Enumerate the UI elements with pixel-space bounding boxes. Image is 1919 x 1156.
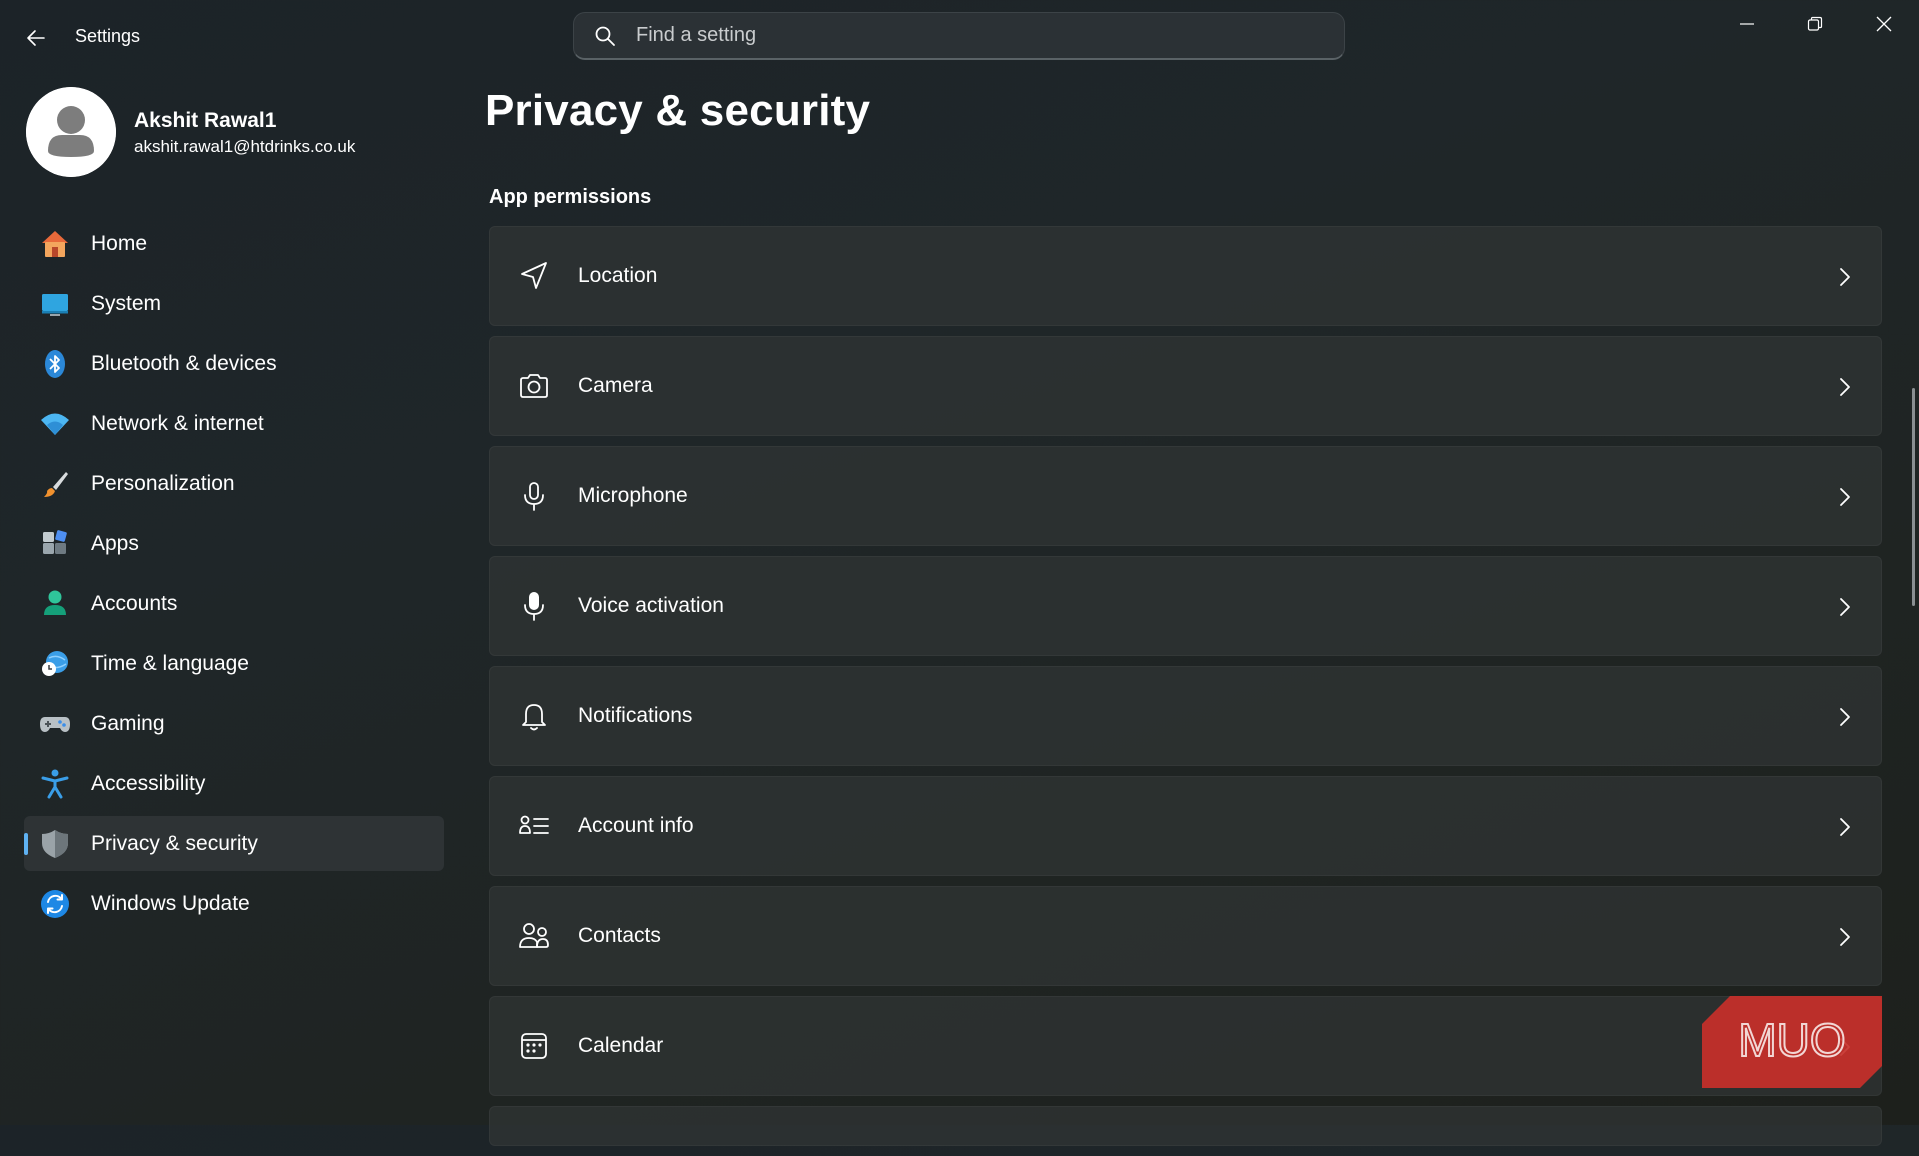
sidebar-item-home[interactable]: Home — [24, 216, 444, 271]
permission-row-location[interactable]: Location — [489, 226, 1882, 326]
sidebar-item-label: Home — [91, 231, 148, 255]
contacts-icon — [514, 916, 554, 956]
chevron-right-icon — [1831, 483, 1859, 511]
restore-button[interactable] — [1781, 4, 1849, 44]
row-label: Location — [578, 264, 658, 287]
bell-icon — [514, 696, 554, 736]
permission-row-notifications[interactable]: Notifications — [489, 666, 1882, 766]
restore-icon — [1807, 16, 1823, 31]
voice-mic-icon — [514, 586, 554, 626]
permission-row-camera[interactable]: Camera — [489, 336, 1882, 436]
page-title: Privacy & security — [485, 86, 871, 135]
sidebar-item-accounts[interactable]: Accounts — [24, 576, 444, 631]
sidebar-item-label: System — [91, 291, 162, 315]
accessibility-icon — [38, 767, 72, 801]
globe-clock-icon — [38, 647, 72, 681]
permission-row-partial[interactable] — [489, 1106, 1882, 1146]
user-profile[interactable]: Akshit Rawal1 akshit.rawal1@htdrinks.co.… — [26, 87, 446, 177]
sidebar-item-time-language[interactable]: Time & language — [24, 636, 444, 691]
person-icon — [38, 587, 72, 621]
row-label: Notifications — [578, 704, 693, 727]
row-label: Camera — [578, 374, 653, 397]
search-box[interactable] — [573, 12, 1345, 60]
calendar-icon — [514, 1026, 554, 1066]
user-avatar-icon — [26, 87, 116, 177]
section-title: App permissions — [489, 186, 652, 208]
scrollbar-thumb[interactable] — [1912, 388, 1915, 606]
sidebar-item-bluetooth[interactable]: Bluetooth & devices — [24, 336, 444, 391]
close-icon — [1876, 16, 1892, 32]
permissions-list: Location Camera Microphone Voice activat… — [489, 226, 1882, 1156]
sidebar-item-label: Apps — [91, 531, 139, 555]
monitor-icon — [38, 287, 72, 321]
sidebar-item-system[interactable]: System — [24, 276, 444, 331]
permission-row-contacts[interactable]: Contacts — [489, 886, 1882, 986]
permission-row-voice-activation[interactable]: Voice activation — [489, 556, 1882, 656]
row-label: Voice activation — [578, 594, 724, 617]
apps-icon — [38, 527, 72, 561]
sidebar-item-label: Time & language — [91, 651, 249, 675]
sidebar-item-windows-update[interactable]: Windows Update — [24, 876, 444, 931]
user-name: Akshit Rawal1 — [134, 109, 277, 132]
minimize-button[interactable] — [1713, 4, 1781, 44]
permission-row-microphone[interactable]: Microphone — [489, 446, 1882, 546]
sidebar-item-label: Personalization — [91, 471, 235, 495]
row-label: Calendar — [578, 1034, 664, 1057]
home-icon — [38, 227, 72, 261]
permission-row-calendar[interactable]: Calendar — [489, 996, 1882, 1096]
chevron-right-icon — [1831, 703, 1859, 731]
close-button[interactable] — [1850, 4, 1918, 44]
sidebar-item-label: Windows Update — [91, 891, 250, 915]
chevron-right-icon — [1831, 923, 1859, 951]
row-label: Contacts — [578, 924, 661, 947]
sidebar-item-label: Privacy & security — [91, 831, 258, 855]
bluetooth-icon — [38, 347, 72, 381]
chevron-right-icon — [1831, 373, 1859, 401]
chevron-right-icon — [1831, 813, 1859, 841]
wifi-icon — [38, 407, 72, 441]
title-bar: Settings — [0, 0, 1919, 72]
brush-icon — [38, 467, 72, 501]
sidebar-item-network[interactable]: Network & internet — [24, 396, 444, 451]
back-arrow-icon — [27, 30, 45, 46]
sidebar-nav: Home System Bluetooth & devices Network … — [24, 216, 444, 936]
muo-watermark: MUO — [1702, 996, 1882, 1088]
sidebar-item-apps[interactable]: Apps — [24, 516, 444, 571]
avatar[interactable] — [26, 87, 116, 177]
row-label: Account info — [578, 814, 694, 837]
sidebar-item-label: Accessibility — [91, 771, 206, 795]
search-icon — [592, 23, 618, 49]
sidebar-item-accessibility[interactable]: Accessibility — [24, 756, 444, 811]
account-info-icon — [514, 806, 554, 846]
app-title: Settings — [75, 26, 141, 46]
selection-indicator — [24, 833, 28, 855]
sidebar-item-label: Bluetooth & devices — [91, 351, 277, 375]
sidebar-item-label: Accounts — [91, 591, 178, 615]
back-button[interactable] — [18, 20, 54, 56]
row-label: Microphone — [578, 484, 688, 507]
microphone-icon — [514, 476, 554, 516]
user-email: akshit.rawal1@htdrinks.co.uk — [134, 137, 356, 156]
sidebar-item-label: Network & internet — [91, 411, 264, 435]
shield-icon — [38, 827, 72, 861]
update-icon — [38, 887, 72, 921]
sidebar-item-privacy-security[interactable]: Privacy & security — [24, 816, 444, 871]
camera-icon — [514, 366, 554, 406]
watermark-text: MUO — [1738, 1014, 1845, 1066]
sidebar-item-personalization[interactable]: Personalization — [24, 456, 444, 511]
permission-row-account-info[interactable]: Account info — [489, 776, 1882, 876]
gamepad-icon — [38, 707, 72, 741]
sidebar-item-gaming[interactable]: Gaming — [24, 696, 444, 751]
location-icon — [514, 256, 554, 296]
sidebar-item-label: Gaming — [91, 711, 165, 735]
chevron-right-icon — [1831, 263, 1859, 291]
chevron-right-icon — [1831, 593, 1859, 621]
search-input[interactable] — [634, 23, 1344, 48]
minimize-icon — [1740, 23, 1754, 25]
